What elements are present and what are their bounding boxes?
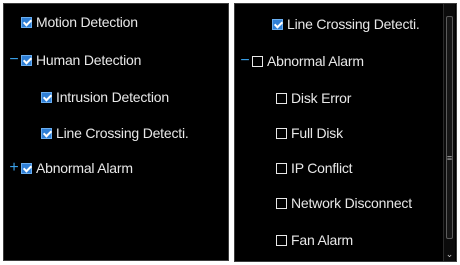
tree-item-label: Disk Error (291, 90, 352, 106)
tree-item-label: Network Disconnect (291, 195, 412, 211)
tree-item-line-crossing-detection[interactable]: Line Crossing Detecti. (259, 12, 456, 36)
tree-item-fan-alarm[interactable]: Fan Alarm (263, 228, 456, 252)
checkbox-network-disconnect[interactable] (276, 197, 287, 209)
tree-item-label: IP Conflict (291, 160, 353, 176)
checkbox-disk-error[interactable] (276, 92, 287, 104)
tree-item-label: Abnormal Alarm (267, 53, 364, 69)
tree-toggle (263, 160, 275, 176)
tree-toggle (263, 125, 275, 141)
tree-item-label: Full Disk (291, 125, 343, 141)
checkbox-abnormal-alarm[interactable] (252, 55, 263, 67)
tree-toggle (28, 125, 40, 141)
checkbox-abnormal-alarm[interactable] (21, 162, 32, 174)
tree-toggle (8, 14, 20, 30)
tree-toggle (263, 232, 275, 248)
tree-item-label: Abnormal Alarm (36, 160, 133, 176)
scroll-thumb[interactable] (446, 16, 453, 239)
tree-item-network-disconnect[interactable]: Network Disconnect (263, 191, 456, 215)
tree-item-label: Intrusion Detection (56, 89, 169, 105)
left-alarm-tree-panel: Motion Detection − Human Detection Intru… (3, 3, 229, 261)
checkbox-human-detection[interactable] (21, 54, 32, 66)
tree-item-human-detection[interactable]: − Human Detection (8, 48, 228, 72)
tree-toggle (28, 89, 40, 105)
tree-item-ip-conflict[interactable]: IP Conflict (263, 156, 456, 180)
tree-item-abnormal-alarm[interactable]: − Abnormal Alarm (239, 49, 456, 73)
tree-item-abnormal-alarm[interactable]: + Abnormal Alarm (8, 156, 228, 180)
tree-toggle (259, 16, 271, 32)
checkbox-full-disk[interactable] (276, 127, 287, 139)
checkbox-motion-detection[interactable] (21, 16, 32, 28)
tree-item-label: Human Detection (36, 52, 142, 68)
checkbox-fan-alarm[interactable] (276, 234, 287, 246)
tree-item-line-crossing-detection[interactable]: Line Crossing Detecti. (28, 121, 228, 145)
grip-lines-icon: ≡ (446, 153, 453, 163)
collapse-icon[interactable]: − (8, 52, 20, 68)
checkbox-ip-conflict[interactable] (276, 162, 287, 174)
right-alarm-tree-panel: Line Crossing Detecti. − Abnormal Alarm … (234, 3, 457, 262)
checkbox-intrusion-detection[interactable] (41, 91, 52, 103)
tree-item-motion-detection[interactable]: Motion Detection (8, 10, 228, 34)
tree-item-disk-error[interactable]: Disk Error (263, 86, 456, 110)
tree-item-label: Line Crossing Detecti. (56, 125, 189, 141)
tree-item-intrusion-detection[interactable]: Intrusion Detection (28, 85, 228, 109)
checkbox-line-crossing-detection[interactable] (41, 127, 52, 139)
tree-toggle (263, 195, 275, 211)
chevron-down-icon[interactable]: ⌄ (444, 249, 455, 259)
tree-item-full-disk[interactable]: Full Disk (263, 121, 456, 145)
vertical-scrollbar[interactable]: ≡ ⌄ (443, 4, 455, 261)
tree-item-label: Motion Detection (36, 14, 138, 30)
tree-item-label: Fan Alarm (291, 232, 353, 248)
tree-item-label: Line Crossing Detecti. (287, 16, 420, 32)
tree-toggle (263, 90, 275, 106)
collapse-icon[interactable]: − (239, 53, 251, 69)
checkbox-line-crossing-detection[interactable] (272, 18, 283, 30)
expand-icon[interactable]: + (8, 160, 20, 176)
